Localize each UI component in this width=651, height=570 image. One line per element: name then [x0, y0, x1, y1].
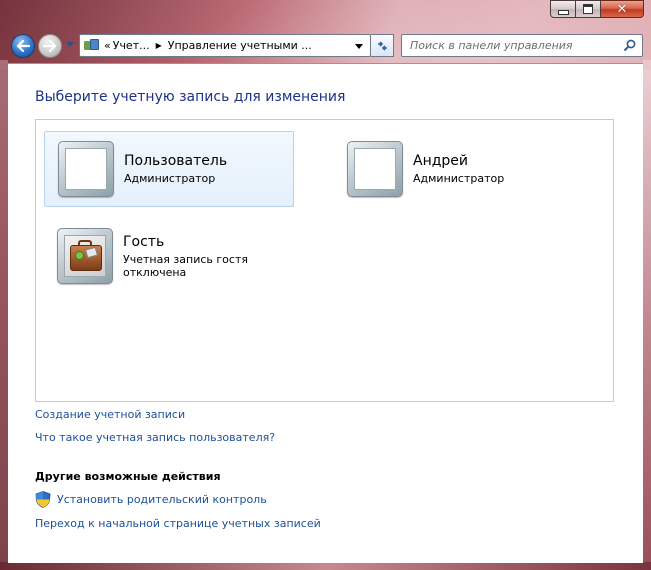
- user-picture: [354, 148, 396, 190]
- forward-button[interactable]: [38, 34, 62, 58]
- what-is-account-link[interactable]: Что такое учетная запись пользователя?: [35, 431, 275, 444]
- accounts-list: Пользователь Администратор Андрей Админи…: [35, 119, 614, 402]
- recent-pages-dropdown[interactable]: [66, 42, 74, 47]
- arrow-left-icon: [16, 40, 30, 52]
- maximize-button[interactable]: [576, 0, 601, 18]
- briefcase-icon: [64, 235, 106, 277]
- account-tile-user[interactable]: Пользователь Администратор: [44, 131, 294, 207]
- address-dropdown-icon[interactable]: [355, 44, 363, 49]
- content-area: Выберите учетную запись для изменения По…: [8, 63, 643, 563]
- back-button[interactable]: [11, 34, 35, 58]
- minimize-icon: [557, 9, 569, 15]
- shield-icon: [35, 491, 51, 508]
- user-picture-frame: [57, 228, 113, 284]
- search-box[interactable]: [401, 34, 643, 57]
- search-input[interactable]: [408, 38, 622, 53]
- close-icon: ✕: [616, 1, 628, 17]
- parental-control-row[interactable]: Установить родительский контроль: [35, 491, 267, 508]
- close-button[interactable]: ✕: [601, 0, 644, 18]
- account-role: Учетная запись гостя отключена: [123, 252, 248, 279]
- user-picture-frame: [58, 141, 114, 197]
- create-account-link[interactable]: Создание учетной записи: [35, 408, 185, 421]
- account-tile-andrey[interactable]: Андрей Администратор: [334, 131, 584, 207]
- window-frame-bottom: [0, 562, 651, 570]
- account-name: Гость: [123, 233, 165, 250]
- caption-buttons: ✕: [550, 0, 644, 18]
- accounts-home-link[interactable]: Переход к начальной странице учетных зап…: [35, 517, 321, 530]
- account-role: Администратор: [124, 172, 216, 185]
- address-bar[interactable]: « Учет... ▶ Управление учетными ...: [79, 34, 371, 57]
- refresh-button[interactable]: [371, 34, 394, 57]
- account-name: Андрей: [413, 153, 469, 169]
- breadcrumb-item[interactable]: Учет...: [113, 39, 150, 52]
- account-role: Администратор: [413, 172, 505, 185]
- maximize-icon: [583, 4, 593, 14]
- parental-control-link[interactable]: Установить родительский контроль: [57, 493, 267, 506]
- account-name: Пользователь: [124, 153, 228, 169]
- account-tile-guest[interactable]: Гость Учетная запись гостя отключена: [44, 218, 294, 294]
- other-actions-heading: Другие возможные действия: [35, 470, 221, 483]
- arrow-right-icon: [43, 40, 57, 52]
- user-picture: [65, 148, 107, 190]
- control-panel-icon: [84, 38, 100, 53]
- window-frame-left: [0, 60, 8, 570]
- breadcrumb-overflow[interactable]: «: [104, 39, 111, 52]
- breadcrumb-item[interactable]: Управление учетными ...: [168, 39, 312, 52]
- page-title: Выберите учетную запись для изменения: [35, 89, 346, 105]
- minimize-button[interactable]: [550, 0, 576, 18]
- search-icon[interactable]: [623, 39, 636, 52]
- refresh-icon: [377, 40, 387, 51]
- user-picture-frame: [347, 141, 403, 197]
- window-frame-right: [643, 60, 651, 570]
- breadcrumb-separator-icon[interactable]: ▶: [156, 41, 162, 50]
